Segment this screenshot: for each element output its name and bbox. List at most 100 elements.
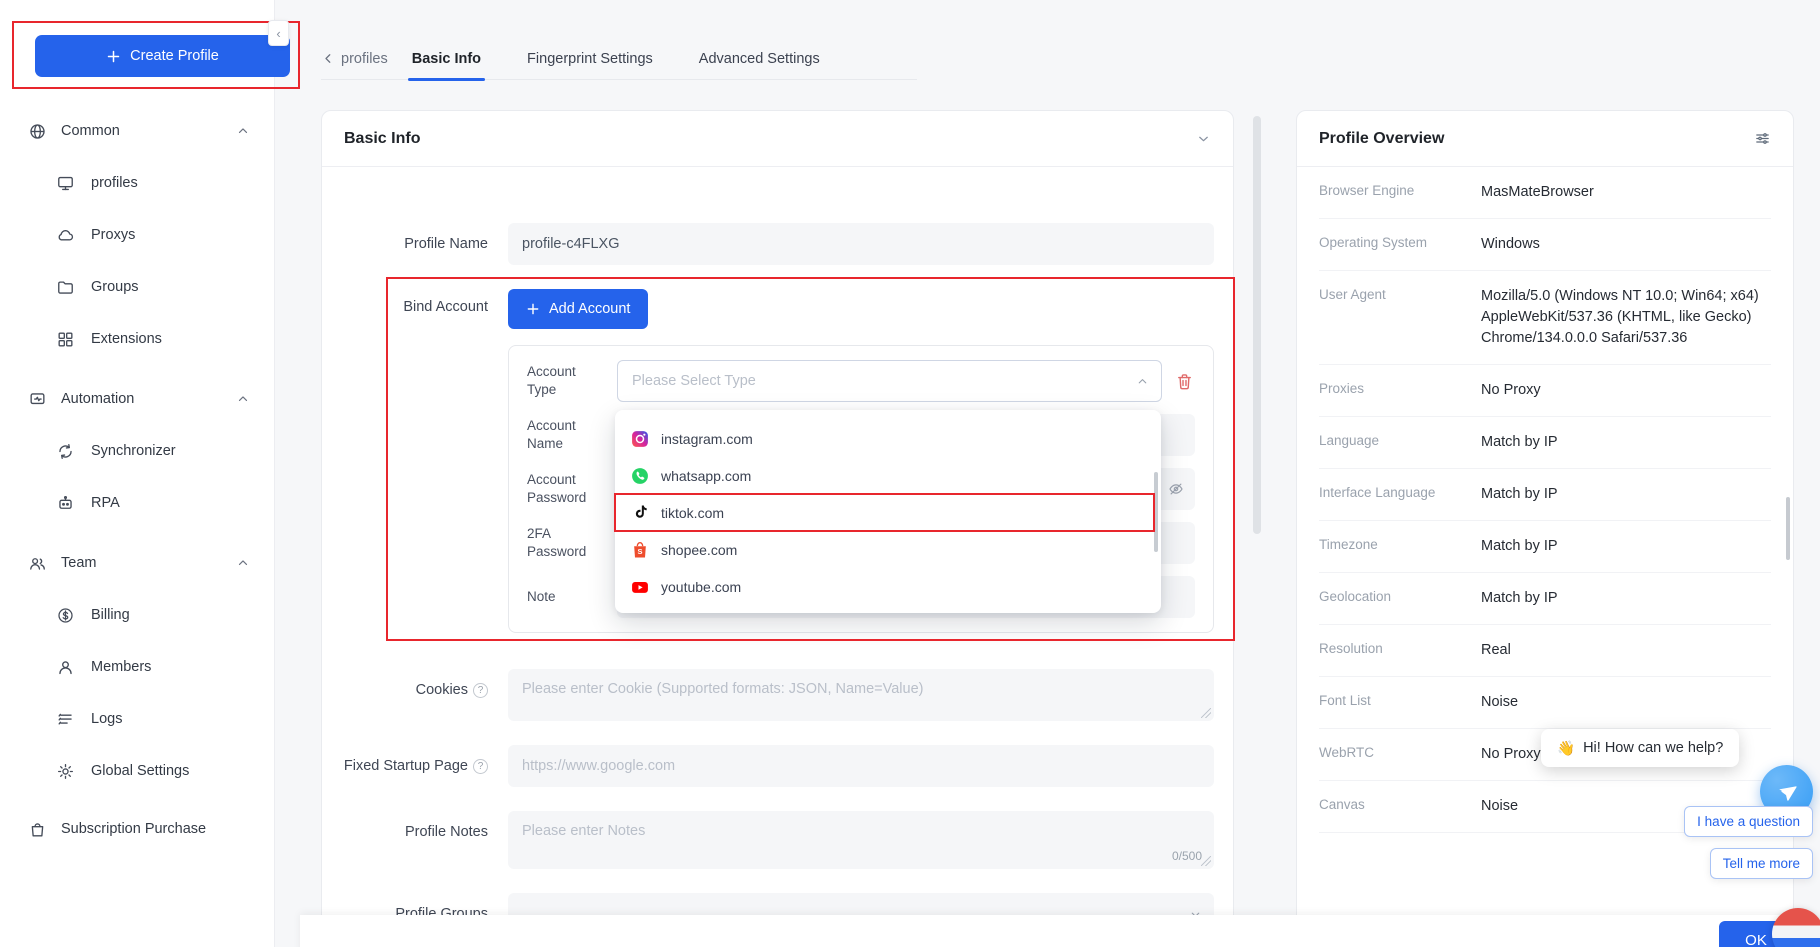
cookies-label: Cookies	[416, 682, 468, 698]
create-profile-wrap: Create Profile	[35, 35, 290, 77]
profile-name-input[interactable]	[508, 223, 1214, 265]
account-type-label: Account Type	[527, 363, 601, 398]
sidebar-item-label: Members	[91, 659, 151, 675]
startup-page-label-wrap: Fixed Startup Page ?	[322, 758, 488, 774]
sidebar-item-groups[interactable]: Groups	[0, 261, 274, 313]
startup-page-input[interactable]	[508, 745, 1214, 787]
sidebar-item-synchronizer[interactable]: Synchronizer	[0, 425, 274, 477]
overview-scrollbar[interactable]	[1786, 497, 1790, 560]
profile-name-label: Profile Name	[322, 236, 488, 252]
overview-value: No Proxy	[1481, 380, 1771, 401]
sidebar-item-profiles[interactable]: profiles	[0, 157, 274, 209]
dropdown-option-label: tiktok.com	[661, 505, 724, 521]
overview-value: Mozilla/5.0 (Windows NT 10.0; Win64; x64…	[1481, 286, 1771, 349]
tab-bar: profiles Basic Info Fingerprint Settings…	[321, 38, 917, 80]
overview-value: Match by IP	[1481, 588, 1771, 609]
sidebar-item-label: Proxys	[91, 227, 135, 243]
sidebar-item-global-settings[interactable]: Global Settings	[0, 745, 274, 797]
overview-label: WebRTC	[1319, 744, 1471, 760]
create-profile-label: Create Profile	[130, 48, 219, 64]
eye-off-icon[interactable]	[1167, 480, 1185, 498]
sidebar-item-label: profiles	[91, 175, 138, 191]
globe-icon	[28, 122, 47, 141]
youtube-icon	[630, 577, 650, 597]
sidebar-item-subscription-purchase[interactable]: Subscription Purchase	[0, 803, 274, 855]
sidebar-section-common[interactable]: Common	[0, 105, 274, 157]
chat-tell-more-button[interactable]: Tell me more	[1710, 848, 1813, 879]
overview-value: MasMateBrowser	[1481, 182, 1771, 203]
sidebar-item-label: Global Settings	[91, 763, 189, 779]
filter-icon[interactable]	[1754, 130, 1771, 147]
shopee-icon: S	[630, 540, 650, 560]
footer-bar: OK	[300, 915, 1810, 947]
basic-info-card-header[interactable]: Basic Info	[322, 111, 1233, 167]
overview-label: Language	[1319, 432, 1471, 448]
basic-info-card-body: Profile Name Bind Account Add Account	[322, 167, 1233, 935]
gear-icon	[56, 762, 75, 781]
overview-value: Match by IP	[1481, 536, 1771, 557]
team-icon	[28, 554, 47, 573]
overview-label: Timezone	[1319, 536, 1471, 552]
twofa-password-label: 2FA Password	[527, 525, 601, 560]
dropdown-option-label: instagram.com	[661, 431, 753, 447]
sidebar-section-team[interactable]: Team	[0, 537, 274, 589]
account-password-label: Account Password	[527, 471, 601, 506]
overview-label: Browser Engine	[1319, 182, 1471, 198]
sidebar-item-billing[interactable]: Billing	[0, 589, 274, 641]
cookies-label-wrap: Cookies ?	[322, 669, 488, 698]
dropdown-option-youtube[interactable]: youtube.com	[615, 568, 1161, 605]
cookies-row: Cookies ?	[322, 669, 1233, 721]
dropdown-option-label: youtube.com	[661, 579, 741, 595]
startup-page-row: Fixed Startup Page ?	[322, 745, 1233, 787]
dropdown-scrollbar[interactable]	[1154, 472, 1158, 552]
sidebar-item-label: Billing	[91, 607, 130, 623]
chevron-down-icon[interactable]	[1196, 131, 1211, 146]
sidebar-item-logs[interactable]: Logs	[0, 693, 274, 745]
account-name-label: Account Name	[527, 417, 601, 452]
cookies-textarea[interactable]	[508, 669, 1214, 721]
create-profile-button[interactable]: Create Profile	[35, 35, 290, 77]
overview-title: Profile Overview	[1319, 130, 1444, 148]
chat-greeting-bubble[interactable]: 👋 Hi! How can we help?	[1541, 729, 1739, 767]
account-type-select[interactable]: Please Select Type	[617, 360, 1162, 402]
tab-advanced-settings[interactable]: Advanced Settings	[699, 38, 820, 80]
overview-label: Proxies	[1319, 380, 1471, 396]
tiktok-icon	[630, 503, 650, 523]
bind-account-content: Add Account Account Type Please Select T…	[508, 289, 1214, 633]
sidebar-item-members[interactable]: Members	[0, 641, 274, 693]
dropdown-option-whatsapp[interactable]: whatsapp.com	[615, 457, 1161, 494]
shopping-bag-icon	[28, 820, 47, 839]
profile-name-row: Profile Name	[322, 223, 1233, 265]
overview-value: Match by IP	[1481, 484, 1771, 505]
overview-label: Operating System	[1319, 234, 1471, 250]
profile-notes-textarea[interactable]	[508, 811, 1214, 869]
basic-info-card: Basic Info Profile Name Bind Account	[321, 110, 1234, 947]
sidebar-item-proxys[interactable]: Proxys	[0, 209, 274, 261]
chat-greeting-text: Hi! How can we help?	[1583, 740, 1723, 756]
sidebar-collapse-handle[interactable]: ‹	[268, 20, 289, 46]
grid-icon	[56, 330, 75, 349]
overview-row: Operating SystemWindows	[1319, 219, 1771, 271]
section-label: Automation	[61, 391, 134, 407]
sidebar-item-rpa[interactable]: RPA	[0, 477, 274, 529]
chat-question-button[interactable]: I have a question	[1684, 806, 1813, 837]
tab-basic-info[interactable]: Basic Info	[412, 38, 481, 80]
monitor-icon	[56, 174, 75, 193]
sidebar-item-extensions[interactable]: Extensions	[0, 313, 274, 365]
dropdown-option-label: whatsapp.com	[661, 468, 751, 484]
dropdown-option-instagram[interactable]: instagram.com	[615, 420, 1161, 457]
profile-notes-row: Profile Notes 0/500	[322, 811, 1233, 869]
dropdown-option-tiktok[interactable]: tiktok.com	[615, 494, 1161, 531]
add-account-button[interactable]: Add Account	[508, 289, 648, 329]
breadcrumb-back[interactable]: profiles	[321, 51, 388, 67]
sidebar-section-automation[interactable]: Automation	[0, 373, 274, 425]
main-scrollbar[interactable]	[1253, 116, 1261, 534]
tab-fingerprint-settings[interactable]: Fingerprint Settings	[527, 38, 653, 80]
sync-icon	[56, 442, 75, 461]
breadcrumb-label: profiles	[341, 51, 388, 67]
chevron-up-icon	[1136, 375, 1149, 388]
automation-icon	[28, 390, 47, 409]
chevron-left-icon	[321, 51, 336, 66]
dropdown-option-shopee[interactable]: S shopee.com	[615, 531, 1161, 568]
delete-account-button[interactable]	[1174, 371, 1195, 392]
